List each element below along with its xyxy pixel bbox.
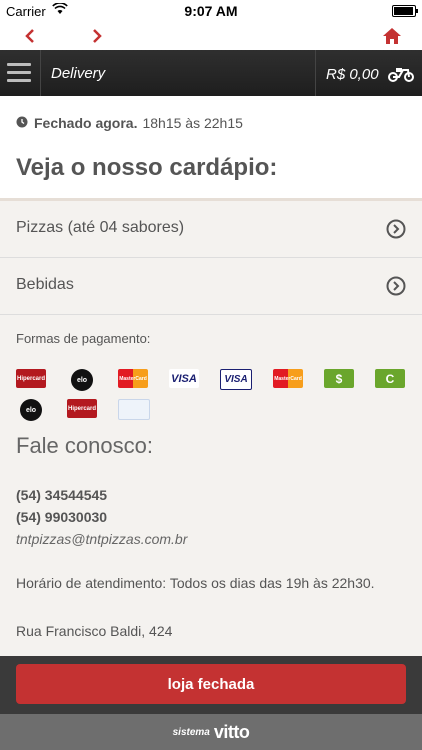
scooter-icon[interactable] xyxy=(388,64,414,87)
phone-link[interactable]: (54) 99030030 xyxy=(16,509,406,525)
clock-icon xyxy=(16,115,28,131)
main-content: Fechado agora. 18h15 às 22h15 Veja o nos… xyxy=(0,96,422,656)
bottom-action-bar: loja fechada xyxy=(0,656,422,714)
store-closed-button[interactable]: loja fechada xyxy=(16,664,406,704)
cash-icon: $ xyxy=(324,369,354,388)
payment-label: Formas de pagamento: xyxy=(16,331,151,346)
contact-section: Fale conosco: (54) 34544545 (54) 9903003… xyxy=(0,429,422,639)
elo-icon: elo xyxy=(20,399,42,421)
back-button[interactable] xyxy=(18,24,42,48)
battery-icon xyxy=(392,5,418,17)
clock: 9:07 AM xyxy=(184,3,238,19)
cart-total[interactable]: R$ 0,00 xyxy=(326,66,379,83)
chevron-right-icon xyxy=(93,29,102,43)
page-title: Veja o nosso cardápio: xyxy=(16,154,278,181)
header-divider xyxy=(40,50,41,96)
visa-electron-icon: VISA xyxy=(220,369,252,390)
footer-brand: sistema vitto xyxy=(0,714,422,750)
visa-icon: VISA xyxy=(169,369,199,388)
menu-item-pizzas[interactable]: Pizzas (até 04 sabores) xyxy=(0,201,422,258)
menu-item-bebidas[interactable]: Bebidas xyxy=(0,258,422,315)
header-bar: Delivery R$ 0,00 xyxy=(0,50,422,96)
address: Rua Francisco Baldi, 424 xyxy=(16,623,173,639)
elo-icon: elo xyxy=(71,369,93,391)
menu-list: Pizzas (até 04 sabores) Bebidas xyxy=(0,201,422,315)
footer-prefix: sistema xyxy=(172,726,210,738)
footer-logo: vitto xyxy=(213,721,250,742)
chevron-left-icon xyxy=(25,29,34,43)
payment-cards: Hipercard elo MasterCard VISA VISA Maste… xyxy=(16,369,416,421)
forward-button[interactable] xyxy=(85,24,109,48)
email-link[interactable]: tntpizzas@tntpizzas.com.br xyxy=(16,531,406,547)
page-section-title: Delivery xyxy=(51,65,106,82)
hamburger-menu-icon[interactable] xyxy=(7,63,31,83)
chevron-circle-right-icon xyxy=(386,219,406,244)
hipercard-icon: Hipercard xyxy=(67,399,97,418)
menu-item-label: Bebidas xyxy=(16,276,74,293)
store-status: Fechado agora. xyxy=(34,115,138,131)
store-info: Fechado agora. 18h15 às 22h15 Veja o nos… xyxy=(0,96,422,198)
hipercard-icon: Hipercard xyxy=(16,369,46,388)
store-hours: Fechado agora. 18h15 às 22h15 xyxy=(16,115,243,131)
home-icon xyxy=(383,28,401,44)
store-hours-range: 18h15 às 22h15 xyxy=(142,115,243,131)
chevron-circle-right-icon xyxy=(386,276,406,301)
mastercard-icon: MasterCard xyxy=(118,369,148,388)
browser-nav xyxy=(0,22,422,50)
mastercard-icon: MasterCard xyxy=(273,369,303,388)
opening-hours: Horário de atendimento: Todos os dias da… xyxy=(16,575,375,591)
payment-card-icon xyxy=(118,399,150,420)
header-divider xyxy=(315,50,316,96)
payment-methods: Formas de pagamento: Hipercard elo Maste… xyxy=(0,315,422,429)
status-bar: Carrier 9:07 AM xyxy=(0,0,422,22)
check-icon: C xyxy=(375,369,405,388)
menu-item-label: Pizzas (até 04 sabores) xyxy=(16,219,185,236)
home-button[interactable] xyxy=(380,24,404,48)
contact-title: Fale conosco: xyxy=(16,433,153,458)
phone-link[interactable]: (54) 34544545 xyxy=(16,487,406,503)
